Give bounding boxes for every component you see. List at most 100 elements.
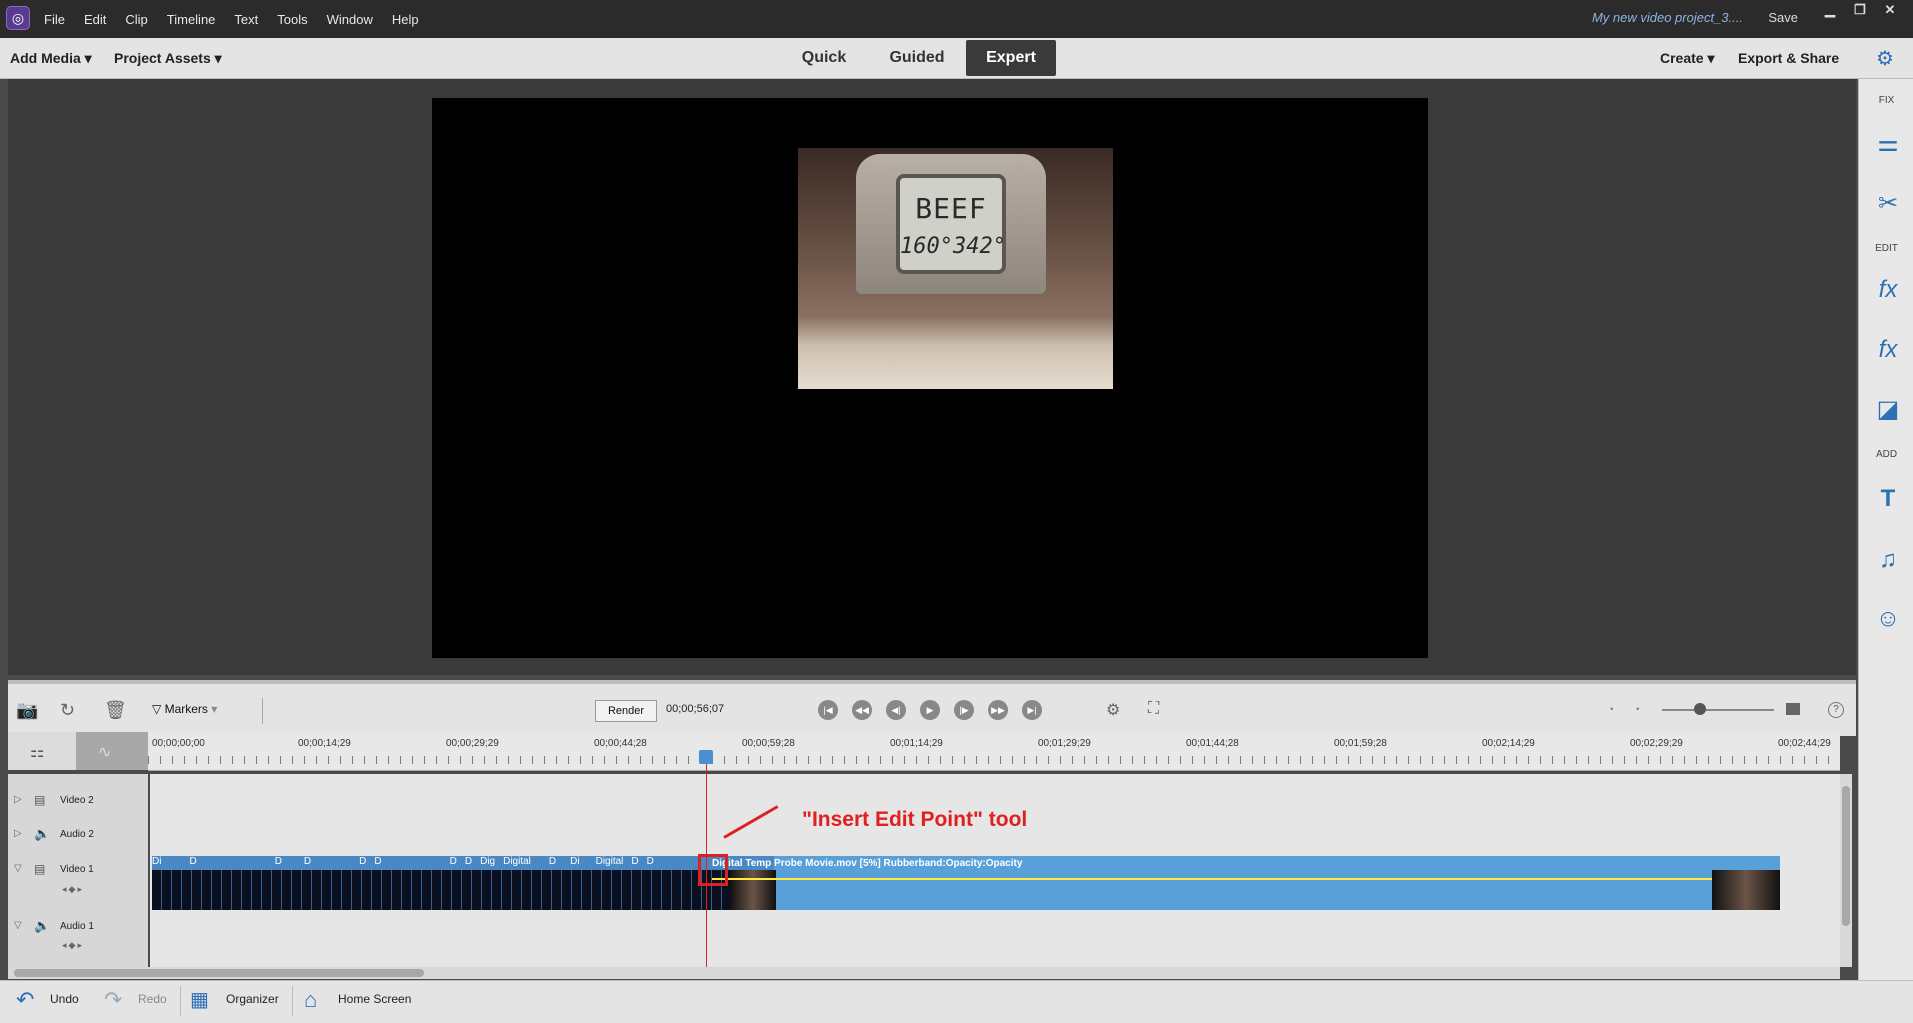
track-audio1[interactable]	[150, 912, 1840, 968]
project-assets-button[interactable]: Project Assets ▾	[114, 50, 222, 67]
clip-name: Digital Temp Probe Movie.mov [5%] Rubber…	[712, 858, 1023, 869]
help-icon[interactable]: ?	[1828, 702, 1844, 718]
restore-button[interactable]: ❐	[1845, 2, 1875, 18]
collapse-triangle-icon[interactable]: ▽	[14, 863, 22, 874]
bottom-divider	[180, 986, 181, 1016]
film-icon[interactable]: ▤	[34, 862, 45, 876]
play-icon[interactable]: ▶	[920, 700, 940, 720]
adjustments-icon[interactable]: ⚌	[1873, 129, 1903, 159]
organizer-icon[interactable]: ▦	[190, 987, 209, 1012]
clip-segment-label[interactable]: D	[374, 856, 381, 870]
clip-segment-label[interactable]: D	[450, 856, 457, 870]
effects-icon[interactable]: fx	[1873, 335, 1903, 365]
home-screen-button[interactable]: Home Screen	[338, 992, 411, 1006]
track-label-video2: Video 2	[60, 795, 94, 806]
gear-icon[interactable]: ⚙	[1876, 46, 1894, 71]
go-to-end-icon[interactable]: ▶|	[1022, 700, 1042, 720]
ruler-tick: 00;01;44;28	[1186, 738, 1239, 749]
menu-edit[interactable]: Edit	[84, 12, 106, 27]
menu-help[interactable]: Help	[392, 12, 419, 27]
zoom-in-icon[interactable]	[1786, 703, 1800, 715]
markers-button[interactable]: ▽ Markers ▾	[152, 702, 217, 716]
film-icon[interactable]: ▤	[34, 793, 45, 807]
audio-mixer-button[interactable]	[76, 732, 148, 770]
vertical-scroll-thumb[interactable]	[1842, 786, 1850, 926]
track-options-icon[interactable]: ⚏	[30, 742, 44, 762]
menu-file[interactable]: File	[44, 12, 65, 27]
zoom-small-icon[interactable]: ▪	[1636, 704, 1640, 715]
save-button[interactable]: Save	[1768, 10, 1798, 25]
menu-tools[interactable]: Tools	[277, 12, 307, 27]
tab-guided[interactable]: Guided	[876, 40, 958, 76]
clip-segment-label[interactable]: D	[359, 856, 366, 870]
opacity-rubberband[interactable]	[712, 878, 1780, 880]
tab-quick[interactable]: Quick	[786, 40, 862, 76]
menu-timeline[interactable]: Timeline	[167, 12, 216, 27]
zoom-slider[interactable]	[1662, 709, 1774, 711]
app-logo-icon[interactable]: ◎	[6, 6, 30, 30]
collapse-triangle-icon[interactable]: ▽	[14, 920, 22, 931]
transitions-icon[interactable]: ◪	[1873, 395, 1903, 425]
export-share-button[interactable]: Export & Share	[1738, 50, 1839, 66]
clip-segment-label[interactable]: Digital	[503, 856, 531, 870]
clip-segment-label[interactable]: Digital	[596, 856, 624, 870]
menu-clip[interactable]: Clip	[125, 12, 147, 27]
toolbar-divider	[262, 698, 263, 724]
zoom-out-icon[interactable]: ▪	[1610, 704, 1614, 715]
render-button[interactable]: Render	[595, 700, 657, 722]
clip-segment-label[interactable]: Dig	[480, 856, 495, 870]
rewind-icon[interactable]: ◀◀	[852, 700, 872, 720]
horizontal-scroll-thumb[interactable]	[14, 969, 424, 977]
go-to-start-icon[interactable]: |◀	[818, 700, 838, 720]
clip-segment-label[interactable]: D	[275, 856, 282, 870]
close-button[interactable]: ✕	[1875, 2, 1905, 18]
thermometer-device: BEEF 160°342°	[856, 154, 1046, 294]
clip-segment-label[interactable]: D	[647, 856, 654, 870]
clip-segment-label[interactable]: Di	[152, 856, 161, 870]
redo-button[interactable]: Redo	[138, 992, 167, 1006]
clip-segment-label[interactable]: D	[189, 856, 196, 870]
organizer-button[interactable]: Organizer	[226, 992, 279, 1006]
step-forward-icon[interactable]: |▶	[954, 700, 974, 720]
clip-segment-label[interactable]: Di	[570, 856, 579, 870]
zoom-slider-handle[interactable]	[1694, 703, 1706, 715]
keyframe-nav-icon[interactable]: ◂◆▸	[62, 940, 84, 951]
menu-text[interactable]: Text	[234, 12, 258, 27]
clip-segment-label[interactable]: D	[465, 856, 472, 870]
camera-icon[interactable]: 📷	[16, 700, 38, 721]
clip-segment-label[interactable]: D	[549, 856, 556, 870]
titles-text-icon[interactable]: T	[1873, 484, 1903, 514]
undo-button[interactable]: Undo	[50, 992, 79, 1006]
music-icon[interactable]: ♫	[1873, 545, 1903, 575]
graphics-icon[interactable]: ☺	[1873, 604, 1903, 634]
expand-triangle-icon[interactable]: ▷	[14, 828, 22, 839]
redo-icon[interactable]: ↷	[104, 987, 122, 1013]
home-icon[interactable]: ⌂	[304, 987, 317, 1013]
clip-segment-label[interactable]: D	[304, 856, 311, 870]
undo-icon[interactable]: ↶	[16, 987, 34, 1013]
speaker-icon[interactable]: 🔈	[34, 918, 50, 934]
expand-triangle-icon[interactable]: ▷	[14, 794, 22, 805]
fullscreen-icon[interactable]: ⛶	[1148, 700, 1159, 718]
applied-effects-icon[interactable]: fx	[1873, 275, 1903, 305]
fast-forward-icon[interactable]: ▶▶	[988, 700, 1008, 720]
playhead-handle[interactable]	[699, 750, 713, 764]
monitor-settings-icon[interactable]: ⚙	[1106, 700, 1120, 720]
rotate-icon[interactable]: ↻	[60, 700, 75, 721]
speaker-icon[interactable]: 🔈	[34, 826, 50, 842]
step-back-icon[interactable]: ◀|	[886, 700, 906, 720]
menu-window[interactable]: Window	[327, 12, 373, 27]
tab-expert[interactable]: Expert	[966, 40, 1056, 76]
trash-icon[interactable]: 🗑	[104, 700, 127, 721]
timecode-display[interactable]: 00;00;56;07	[666, 703, 724, 715]
tools-icon[interactable]: ✂	[1873, 189, 1903, 219]
minimize-button[interactable]: ▁	[1815, 2, 1845, 18]
lcd-top-text: BEEF	[915, 192, 987, 225]
keyframe-nav-icon[interactable]: ◂◆▸	[62, 884, 84, 895]
create-button[interactable]: Create ▾	[1660, 50, 1715, 67]
clip-segment-label[interactable]: D	[631, 856, 638, 870]
time-ruler[interactable]: 00;00;00;00 00;00;14;29 00;00;29;29 00;0…	[148, 732, 1840, 771]
add-section-label: ADD	[1875, 449, 1898, 460]
insert-edit-point-tool[interactable]	[698, 854, 728, 886]
add-media-button[interactable]: Add Media ▾	[10, 50, 92, 67]
